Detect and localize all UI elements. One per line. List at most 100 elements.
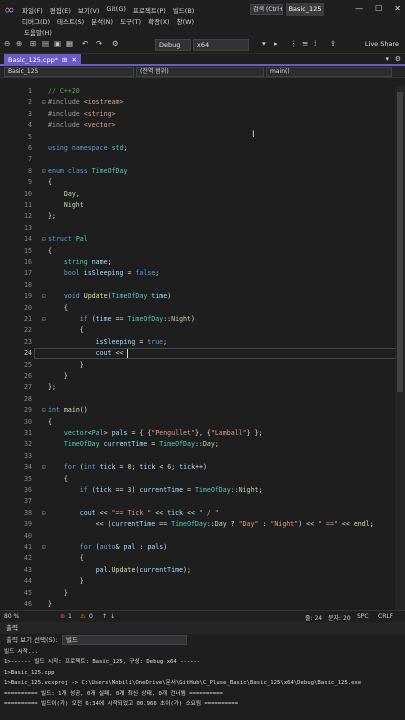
menu-file[interactable]: 파일(F) bbox=[22, 5, 43, 15]
undo-icon[interactable]: ↶ bbox=[82, 39, 88, 48]
code-line[interactable]: 43 pal.Update(currentTime); bbox=[0, 565, 405, 576]
scrollbar-thumb[interactable] bbox=[397, 92, 403, 392]
code-line[interactable]: 11 Night bbox=[0, 200, 405, 211]
code-line[interactable]: 21 ⊟ if (time == TimeOfDay::Night) bbox=[0, 314, 405, 325]
fold-toggle-icon[interactable]: ⊟ bbox=[42, 508, 46, 519]
code-line[interactable]: 39 << (currentTime == TimeOfDay::Day ? "… bbox=[0, 519, 405, 530]
pin-icon[interactable]: ⊞ bbox=[62, 54, 67, 66]
scope-select[interactable]: (전역 범위) bbox=[136, 67, 264, 77]
code-line[interactable]: 37 bbox=[0, 496, 405, 507]
member-select[interactable]: main() bbox=[266, 67, 392, 77]
zoom-level[interactable]: 80 % bbox=[4, 613, 19, 620]
code-line[interactable]: 46} bbox=[0, 599, 405, 610]
code-line[interactable]: 14 ⊟ struct Pal bbox=[0, 234, 405, 245]
settings-icon[interactable]: ⚙ bbox=[395, 55, 401, 63]
line-number[interactable]: 줄: 24 bbox=[305, 613, 322, 622]
fold-toggle-icon[interactable]: ⊟ bbox=[42, 97, 46, 108]
code-line[interactable]: 42 { bbox=[0, 553, 405, 564]
code-line[interactable]: 32 TimeOfDay currentTime = TimeOfDay::Da… bbox=[0, 439, 405, 450]
menu-build[interactable]: 빌드(B) bbox=[173, 5, 195, 15]
code-line[interactable]: 10 Day, bbox=[0, 189, 405, 200]
code-line[interactable]: 12}; bbox=[0, 211, 405, 222]
code-editor[interactable]: 1// C++20 2 ⊟ #include <iostream> 3 #include … bbox=[0, 86, 405, 610]
menu-debug[interactable]: 디버그(D) bbox=[22, 16, 50, 26]
tab-close-icon[interactable]: ✕ bbox=[71, 54, 76, 66]
column-number[interactable]: 문자: 20 bbox=[328, 613, 351, 622]
code-line[interactable]: 4 #include <vector> bbox=[0, 120, 405, 131]
menu-view[interactable]: 보기(V) bbox=[78, 5, 99, 15]
error-icon[interactable]: ⊗ bbox=[60, 613, 65, 620]
fold-toggle-icon[interactable]: ⊟ bbox=[42, 542, 46, 553]
fold-toggle-icon[interactable]: ⊟ bbox=[42, 291, 46, 302]
code-line[interactable]: 23 isSleeping = true; bbox=[0, 337, 405, 348]
open-folder-icon[interactable]: ▤ bbox=[42, 39, 49, 48]
code-line[interactable]: 41 ⊟ for (auto& pal : pals) bbox=[0, 542, 405, 553]
configuration-select[interactable]: Debug bbox=[155, 39, 191, 51]
save-icon[interactable]: ▣ bbox=[54, 39, 61, 48]
indent-mode[interactable]: SPC bbox=[357, 613, 369, 620]
fold-toggle-icon[interactable]: ⊟ bbox=[42, 462, 46, 473]
code-line[interactable]: 25 } bbox=[0, 360, 405, 371]
tab-list-dropdown-icon[interactable]: ▾ bbox=[385, 55, 389, 63]
search-box[interactable]: 검색 (Ctrl+Q) bbox=[250, 4, 283, 15]
live-share-icon[interactable]: ⇪ bbox=[330, 39, 336, 48]
code-line[interactable]: 31 vector<Pal> pals = { {"Pengullet"}, {… bbox=[0, 428, 405, 439]
menu-edit[interactable]: 편집(E) bbox=[50, 5, 71, 15]
code-line[interactable]: 34 ⊟ for (int tick = 0; tick < 6; tick++) bbox=[0, 462, 405, 473]
code-line[interactable]: 2 ⊟ #include <iostream> bbox=[0, 97, 405, 108]
maximize-icon[interactable]: ☐ bbox=[375, 4, 382, 13]
new-item-icon[interactable]: ⊞ bbox=[30, 39, 36, 48]
line-ending[interactable]: CRLF bbox=[378, 613, 393, 620]
breakpoint-tools-icon[interactable]: ⋮ bbox=[290, 39, 298, 48]
fold-toggle-icon[interactable]: ⊟ bbox=[42, 314, 46, 325]
menu-tools[interactable]: 도구(T) bbox=[120, 16, 141, 26]
vertical-scrollbar[interactable] bbox=[395, 86, 405, 610]
project-select[interactable]: Basic_125 bbox=[4, 67, 134, 77]
code-line[interactable]: 17 bool isSleeping = false; bbox=[0, 268, 405, 279]
code-line[interactable]: 22 { bbox=[0, 325, 405, 336]
code-line[interactable]: 3 #include <string> bbox=[0, 109, 405, 120]
error-count[interactable]: 1 bbox=[68, 613, 72, 620]
redo-icon[interactable]: ↷ bbox=[96, 39, 102, 48]
code-line[interactable]: 6 using namespace std; bbox=[0, 143, 405, 154]
minimize-icon[interactable]: — bbox=[355, 4, 363, 13]
format-icon[interactable]: ≡ bbox=[302, 39, 308, 48]
code-line[interactable]: 8 ⊟ enum class TimeOfDay bbox=[0, 166, 405, 177]
code-line[interactable]: 40 bbox=[0, 531, 405, 542]
fold-toggle-icon[interactable]: ⊟ bbox=[42, 166, 46, 177]
warning-count[interactable]: 0 bbox=[89, 613, 93, 620]
code-line[interactable]: 24 cout << bbox=[0, 348, 405, 359]
run-dropdown-icon[interactable]: ▾ bbox=[262, 39, 266, 48]
code-line[interactable]: 45 } bbox=[0, 588, 405, 599]
code-line[interactable]: 27}; bbox=[0, 382, 405, 393]
output-text[interactable]: 빌드 시작... 1>------ 빌드 시작: 프로젝트: Basic_125,… bbox=[0, 647, 405, 709]
fold-toggle-icon[interactable]: ⊟ bbox=[42, 234, 46, 245]
code-line[interactable]: 19 ⊟ void Update(TimeOfDay time) bbox=[0, 291, 405, 302]
code-line[interactable]: 15 { bbox=[0, 246, 405, 257]
menu-extensions[interactable]: 확장(X) bbox=[148, 16, 170, 26]
code-line[interactable]: 18 bbox=[0, 280, 405, 291]
code-line[interactable]: 29 ⊟ int main() bbox=[0, 405, 405, 416]
code-line[interactable]: 9{ bbox=[0, 177, 405, 188]
code-line[interactable]: 16 string name; bbox=[0, 257, 405, 268]
live-share-button[interactable]: Live Share bbox=[365, 40, 399, 48]
code-line[interactable]: 28 bbox=[0, 394, 405, 405]
code-line[interactable]: 44 } bbox=[0, 576, 405, 587]
nav-up-icon[interactable]: ↑ bbox=[102, 613, 107, 620]
code-line[interactable]: 36 if (tick == 3) currentTime = TimeOfDa… bbox=[0, 485, 405, 496]
debug-target-icon[interactable]: ▸ bbox=[274, 39, 278, 48]
code-line[interactable]: 1 // C++20 bbox=[0, 86, 405, 97]
menu-window[interactable]: 창(W) bbox=[177, 16, 194, 26]
menu-analyze[interactable]: 분석(N) bbox=[91, 16, 113, 26]
code-line[interactable]: 7 bbox=[0, 154, 405, 165]
code-line[interactable]: 5 bbox=[0, 132, 405, 143]
menu-project[interactable]: 프로젝트(P) bbox=[133, 5, 166, 15]
code-line[interactable]: 20 { bbox=[0, 303, 405, 314]
build-config-icon[interactable]: ⚙ bbox=[112, 39, 119, 48]
code-line[interactable]: 30 { bbox=[0, 417, 405, 428]
warning-icon[interactable]: ⚠ bbox=[80, 613, 85, 620]
tab-basic-125-cpp[interactable]: Basic_125.cpp* ⊞ ✕ bbox=[4, 54, 81, 66]
platform-select[interactable]: x64 bbox=[193, 39, 249, 51]
code-line[interactable]: 13 bbox=[0, 223, 405, 234]
nav-down-icon[interactable]: ↓ bbox=[110, 613, 115, 620]
